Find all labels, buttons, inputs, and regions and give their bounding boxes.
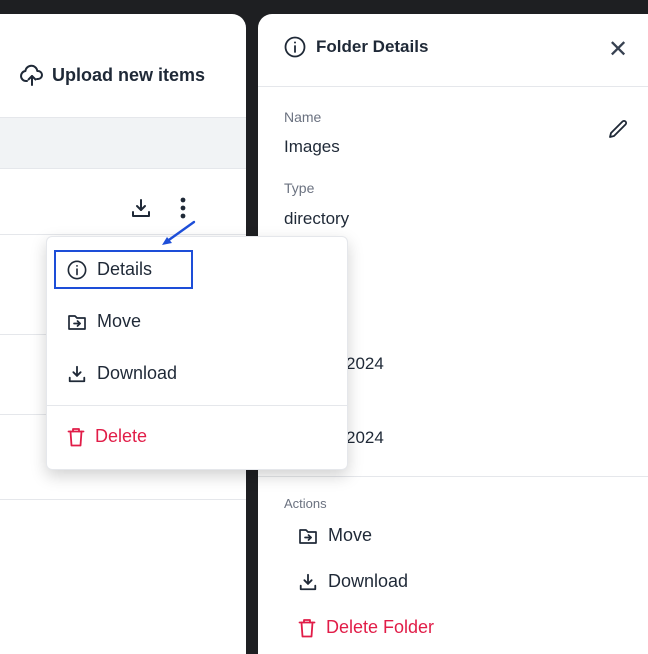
- menu-item-download[interactable]: Download: [67, 363, 177, 384]
- table-header-band: [0, 118, 246, 169]
- created-date-partial: 2024: [346, 354, 384, 373]
- upload-new-items-button[interactable]: Upload new items: [20, 64, 205, 86]
- action-move-label: Move: [328, 525, 373, 545]
- action-delete-folder-label: Delete Folder: [326, 617, 435, 637]
- actions-divider: [258, 476, 648, 477]
- details-header: Folder Details: [284, 36, 428, 58]
- menu-item-move-label: Move: [97, 311, 142, 331]
- menu-item-delete-label: Delete: [95, 426, 148, 446]
- name-value: Images: [284, 137, 340, 156]
- row-divider: [0, 499, 246, 500]
- menu-item-move[interactable]: Move: [67, 311, 141, 332]
- download-icon: [298, 572, 318, 592]
- menu-item-delete[interactable]: Delete: [67, 426, 147, 447]
- edit-pencil-icon[interactable]: [606, 118, 630, 142]
- action-download-label: Download: [328, 571, 409, 591]
- menu-divider: [47, 405, 347, 406]
- close-icon[interactable]: ✕: [608, 38, 628, 62]
- trash-icon: [67, 427, 85, 447]
- info-icon: [284, 36, 306, 58]
- action-move[interactable]: Move: [298, 525, 372, 546]
- details-highlight-box: [54, 250, 193, 289]
- type-label: Type: [284, 180, 315, 196]
- folder-move-icon: [298, 527, 318, 545]
- row-actions: [130, 197, 186, 219]
- modified-date-partial: 2024: [346, 428, 384, 447]
- row-divider: [0, 234, 246, 235]
- action-download[interactable]: Download: [298, 571, 408, 592]
- download-icon[interactable]: [130, 197, 152, 219]
- download-icon: [67, 364, 87, 384]
- menu-item-download-label: Download: [97, 363, 178, 383]
- header-divider: [258, 86, 648, 87]
- name-label: Name: [284, 109, 322, 125]
- cloud-upload-icon: [20, 64, 44, 86]
- type-value: directory: [284, 209, 350, 228]
- trash-icon: [298, 618, 316, 638]
- details-title: Folder Details: [316, 37, 429, 56]
- folder-move-icon: [67, 313, 87, 331]
- upload-label: Upload new items: [52, 64, 206, 85]
- action-delete-folder[interactable]: Delete Folder: [298, 617, 434, 638]
- more-vertical-icon[interactable]: [180, 197, 186, 219]
- actions-label: Actions: [284, 496, 327, 511]
- pointer-arrow-icon: [162, 220, 196, 245]
